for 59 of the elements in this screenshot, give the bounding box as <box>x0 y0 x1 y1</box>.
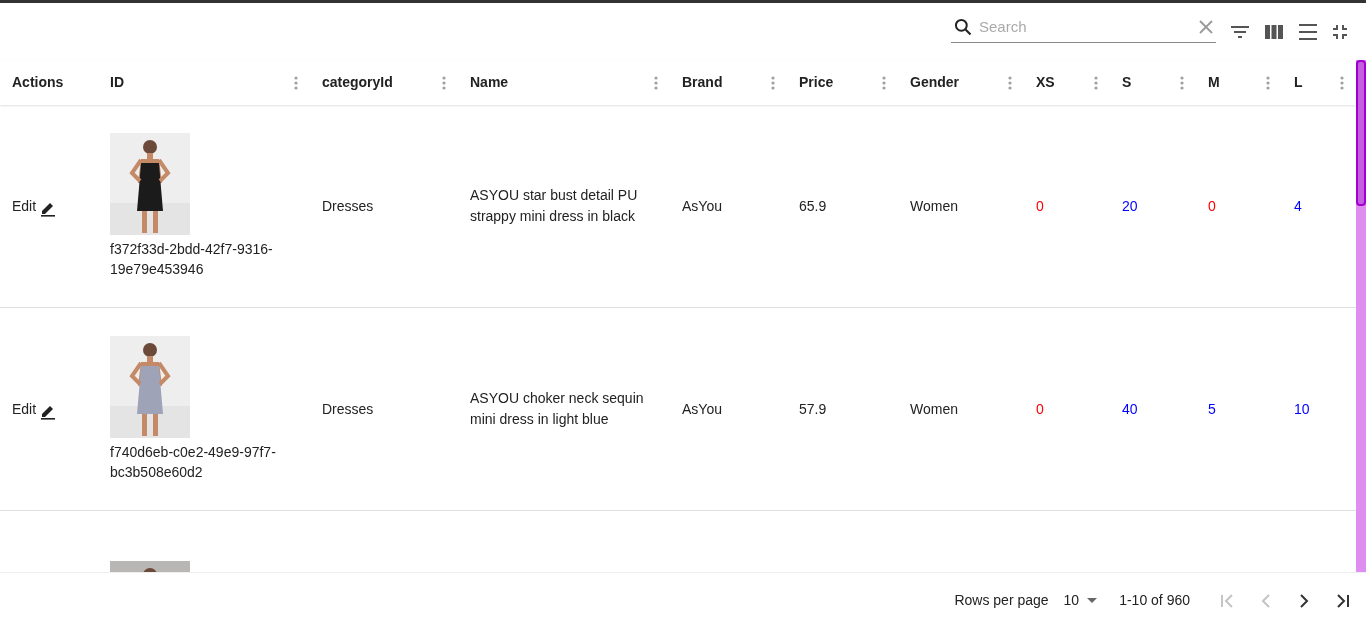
column-header[interactable]: ID <box>110 72 124 93</box>
table-cell-text: AsYou <box>682 399 723 419</box>
column-header[interactable]: Price <box>799 72 834 93</box>
stock-count: 5 <box>1208 400 1216 417</box>
table-cell-text: Dresses <box>322 196 375 216</box>
column-menu-icon[interactable] <box>1340 75 1344 90</box>
search-field[interactable]: Search <box>979 15 1192 39</box>
edit-button[interactable]: Edit <box>12 195 57 217</box>
column-header[interactable]: Name <box>470 72 509 93</box>
table-cell-text: Women <box>910 399 959 419</box>
column-menu-icon[interactable] <box>294 75 298 90</box>
last-page-icon[interactable] <box>1334 592 1350 609</box>
pencil-icon[interactable] <box>40 200 57 217</box>
column-header[interactable]: S <box>1122 72 1132 93</box>
column-menu-icon[interactable] <box>654 75 658 90</box>
column-header[interactable]: Actions <box>12 72 64 93</box>
close-icon[interactable] <box>1198 19 1214 35</box>
edit-button[interactable]: Edit <box>12 398 57 420</box>
stock-count: 0 <box>1036 197 1044 214</box>
rows-per-page-select[interactable]: 10 <box>1063 590 1098 611</box>
stock-count: 20 <box>1122 197 1138 214</box>
stock-count: 10 <box>1294 400 1310 417</box>
column-menu-icon[interactable] <box>771 75 775 90</box>
collapse-icon[interactable] <box>1332 23 1348 40</box>
stock-count: 40 <box>1122 400 1138 417</box>
table-cell-text: 57.9 <box>799 399 828 419</box>
table-cell-text: Women <box>910 196 959 216</box>
column-header[interactable]: Brand <box>682 72 723 93</box>
column-menu-icon[interactable] <box>1094 75 1098 90</box>
table-cell-text: f740d6eb-c0e2-49e9-97f7-bc3b508e60d2 <box>110 443 277 482</box>
column-header[interactable]: categoryId <box>322 72 393 93</box>
scrollbar[interactable] <box>1356 60 1366 572</box>
pencil-icon[interactable] <box>40 403 57 420</box>
scrollbar-thumb[interactable] <box>1356 60 1366 206</box>
table-cell-text: ASYOU choker neck sequin mini dress in light blue <box>470 389 645 429</box>
menu-icon[interactable] <box>1298 22 1318 41</box>
column-header[interactable]: M <box>1208 72 1220 93</box>
column-menu-icon[interactable] <box>442 75 446 90</box>
filter-icon[interactable] <box>1230 24 1250 39</box>
column-menu-icon[interactable] <box>1180 75 1184 90</box>
table-cell-text: AsYou <box>682 196 723 216</box>
table-cell-text: Dresses <box>322 399 375 419</box>
column-menu-icon[interactable] <box>1008 75 1012 90</box>
column-header[interactable]: Gender <box>910 72 959 93</box>
column-menu-icon[interactable] <box>1266 75 1270 90</box>
search-icon <box>953 17 973 37</box>
stock-count: 4 <box>1294 197 1302 214</box>
stock-count: 0 <box>1036 400 1044 417</box>
table-cell-text: f372f33d-2bdd-42f7-9316-19e79e453946 <box>110 240 274 279</box>
column-menu-icon[interactable] <box>882 75 886 90</box>
page-range: 1-10 of 960 <box>1119 591 1190 610</box>
table-cell-text: 65.9 <box>799 196 828 216</box>
table-cell-text: ASYOU star bust detail PU strappy mini dress in black <box>470 186 639 226</box>
caret-icon[interactable] <box>1087 598 1098 603</box>
column-header[interactable]: XS <box>1036 72 1055 93</box>
rows-per-page-label: Rows per page <box>954 591 1049 610</box>
columns-icon[interactable] <box>1264 24 1284 39</box>
stock-count: 0 <box>1208 197 1216 214</box>
column-header[interactable]: L <box>1294 72 1303 93</box>
